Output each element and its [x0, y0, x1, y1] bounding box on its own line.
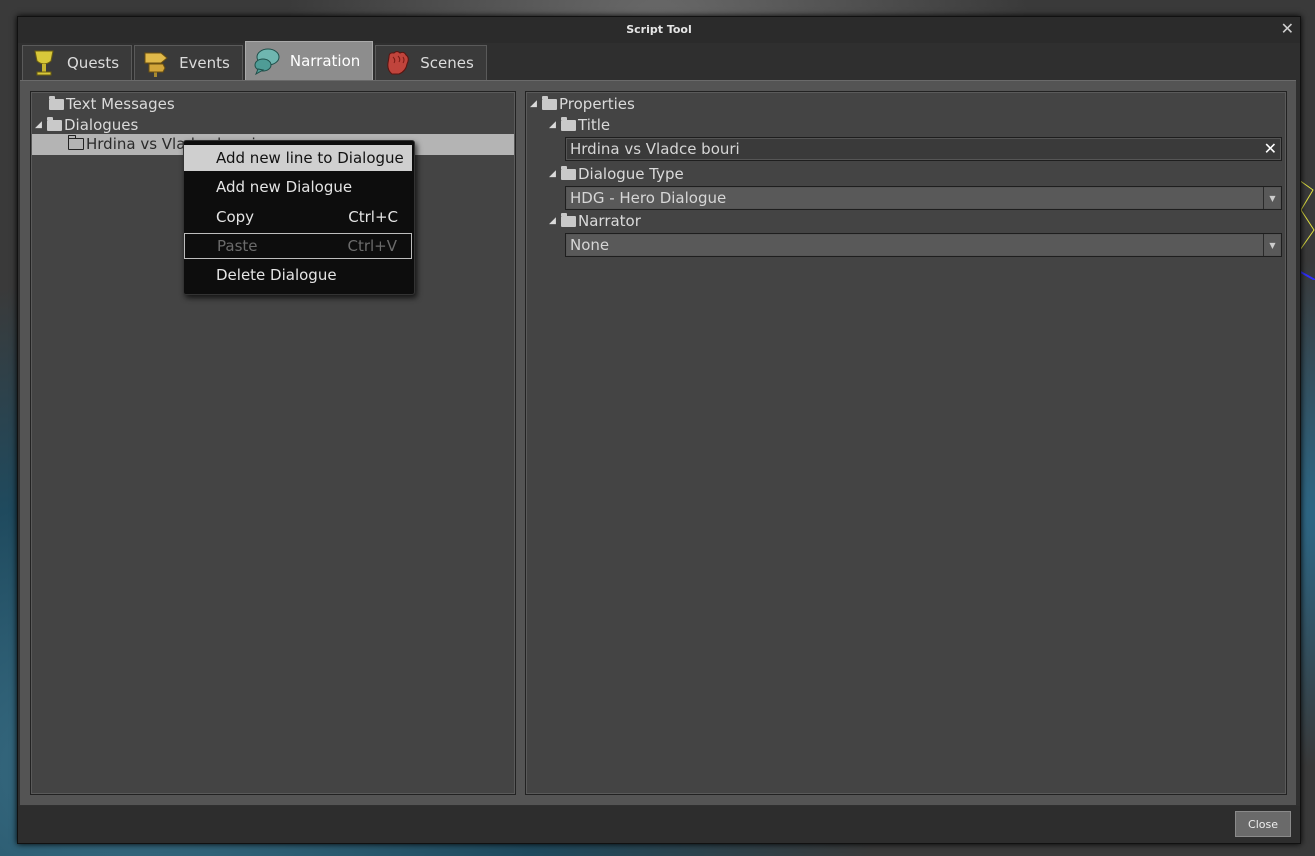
tab-bar: Quests Events Narration Scenes	[22, 41, 487, 81]
tree-node-label: Text Messages	[66, 95, 175, 113]
fist-icon	[387, 51, 410, 75]
property-dialogue-type[interactable]: ◢ Dialogue Type	[549, 164, 684, 184]
bottom-bar: Close	[18, 806, 1300, 843]
menu-item-shortcut: Ctrl+C	[348, 208, 398, 226]
menu-item-copy[interactable]: Copy Ctrl+C	[184, 204, 412, 230]
menu-item-label: Paste	[217, 237, 258, 255]
expand-arrow-icon[interactable]: ◢	[530, 99, 542, 109]
menu-item-label: Add new Dialogue	[216, 178, 353, 196]
property-label: Dialogue Type	[578, 165, 684, 183]
tab-narration[interactable]: Narration	[244, 41, 374, 80]
folder-icon	[68, 135, 84, 150]
folder-icon	[47, 116, 62, 131]
property-narrator[interactable]: ◢ Narrator	[549, 211, 641, 231]
narrator-value: None	[570, 236, 610, 254]
properties-panel: ◢ Properties ◢ Title Hrdina vs Vladce bo…	[525, 91, 1287, 795]
tab-scenes[interactable]: Scenes	[375, 45, 487, 80]
tab-label: Scenes	[420, 54, 474, 72]
folder-icon	[561, 212, 576, 227]
tab-label: Narration	[289, 52, 361, 70]
menu-item-paste[interactable]: Paste Ctrl+V	[184, 233, 412, 259]
chevron-down-icon[interactable]: ▼	[1263, 187, 1281, 209]
tree-node-label: Dialogues	[64, 116, 139, 134]
tab-label: Events	[179, 54, 230, 72]
title-input[interactable]: Hrdina vs Vladce bouri ✕	[565, 137, 1282, 161]
signpost-icon	[144, 52, 168, 77]
chevron-down-icon[interactable]: ▼	[1263, 234, 1281, 256]
dialogue-type-select[interactable]: HDG - Hero Dialogue ▼	[565, 186, 1282, 210]
property-label: Title	[578, 116, 611, 134]
dialogue-type-value: HDG - Hero Dialogue	[570, 189, 727, 207]
property-label: Narrator	[578, 212, 641, 230]
menu-item-label: Delete Dialogue	[216, 266, 337, 284]
menu-item-delete-dialogue[interactable]: Delete Dialogue	[184, 262, 412, 288]
close-button[interactable]: Close	[1235, 811, 1291, 837]
folder-icon	[561, 165, 576, 180]
property-title[interactable]: ◢ Title	[549, 115, 610, 135]
menu-item-add-new-line[interactable]: Add new line to Dialogue	[184, 145, 412, 171]
goblet-icon	[34, 50, 54, 76]
tab-label: Quests	[67, 54, 120, 72]
speech-bubbles-icon	[254, 48, 280, 75]
menu-item-shortcut: Ctrl+V	[347, 237, 397, 255]
expand-arrow-icon[interactable]: ◢	[549, 216, 561, 226]
folder-icon	[542, 95, 557, 110]
context-menu: Add new line to Dialogue Add new Dialogu…	[183, 140, 415, 295]
tree-node-dialogues[interactable]: ◢ Dialogues	[35, 115, 138, 135]
property-group-label: Properties	[559, 95, 635, 113]
window-close-icon[interactable]: ✕	[1281, 19, 1294, 38]
narrator-select[interactable]: None ▼	[565, 233, 1282, 257]
window-title: Script Tool	[626, 23, 692, 36]
title-value: Hrdina vs Vladce bouri	[570, 140, 740, 158]
tab-events[interactable]: Events	[134, 45, 243, 80]
folder-icon	[561, 116, 576, 131]
menu-item-label: Copy	[216, 208, 255, 226]
expand-arrow-icon[interactable]: ◢	[549, 169, 561, 179]
menu-item-add-new-dialogue[interactable]: Add new Dialogue	[184, 174, 412, 200]
expand-arrow-icon[interactable]: ◢	[35, 120, 47, 130]
tree-node-text-messages[interactable]: Text Messages	[49, 94, 175, 114]
menu-item-label: Add new line to Dialogue	[216, 149, 404, 167]
folder-icon	[49, 95, 64, 110]
clear-icon[interactable]: ✕	[1264, 139, 1277, 158]
tab-quests[interactable]: Quests	[22, 45, 133, 80]
expand-arrow-icon[interactable]: ◢	[549, 120, 561, 130]
title-bar: Script Tool ✕	[18, 17, 1300, 43]
property-group-properties[interactable]: ◢ Properties	[530, 94, 635, 114]
